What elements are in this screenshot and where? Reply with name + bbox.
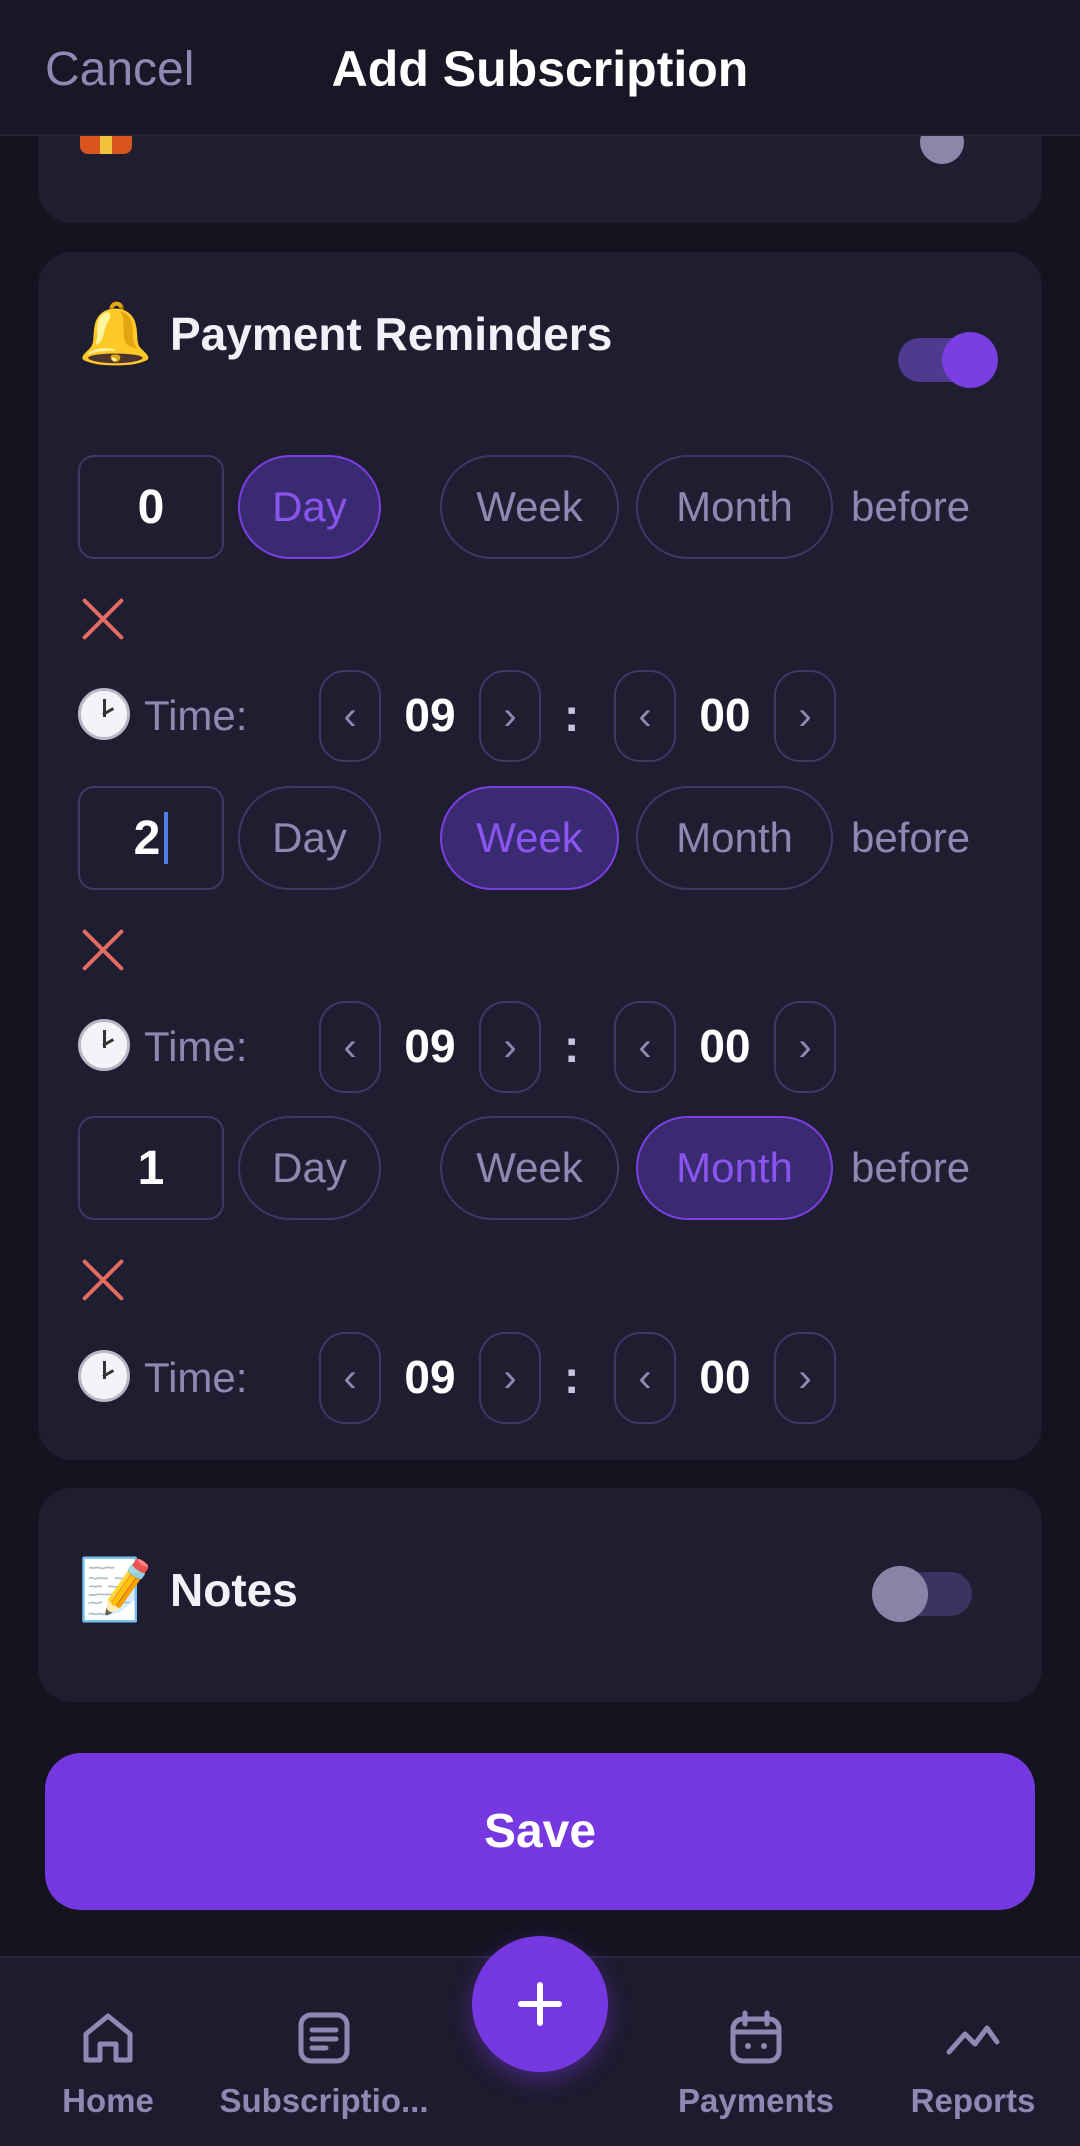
reminder-1-hour-increment[interactable]: › bbox=[479, 670, 541, 762]
reminder-3-minute-value: 00 bbox=[699, 1351, 751, 1403]
reminder-2-minute-value: 00 bbox=[699, 1020, 751, 1072]
page-title: Add Subscription bbox=[331, 41, 749, 97]
add-button[interactable] bbox=[472, 1936, 608, 2072]
payment-reminders-header: 🔔 Payment Reminders bbox=[78, 304, 612, 364]
nav-reports[interactable]: Reports bbox=[900, 1958, 1046, 2146]
calendar-icon bbox=[730, 2010, 782, 2064]
reminder-1-remove-icon[interactable] bbox=[80, 595, 126, 641]
reminder-3-day-option[interactable]: Day bbox=[238, 1116, 381, 1220]
bell-icon: 🔔 bbox=[78, 300, 153, 367]
reminder-2-amount-input[interactable]: 2 bbox=[78, 786, 224, 890]
reminder-2-day-option[interactable]: Day bbox=[238, 786, 381, 890]
reminder-1-minute-increment[interactable]: › bbox=[774, 670, 836, 762]
reminder-1-day-option[interactable]: Day bbox=[238, 455, 381, 559]
time-label: Time: bbox=[144, 692, 248, 739]
reminder-1-hour-decrement[interactable]: ‹ bbox=[319, 670, 381, 762]
reminder-2-minute-decrement[interactable]: ‹ bbox=[614, 1001, 676, 1093]
memo-icon: 📝 bbox=[78, 1556, 153, 1623]
reminder-2-amount-value: 2 bbox=[133, 811, 161, 865]
reminder-2-hour-value: 09 bbox=[404, 1020, 456, 1072]
reminder-2-minute-increment[interactable]: › bbox=[774, 1001, 836, 1093]
nav-home-label: Home bbox=[62, 2082, 154, 2119]
toggle-knob bbox=[872, 1566, 928, 1622]
reminder-3-unit-row: 1 Day Week Month before bbox=[78, 1116, 1018, 1220]
reminder-3-time-row: Time: ‹ 09 › : ‹ 00 › bbox=[78, 1332, 878, 1424]
toggle-knob bbox=[942, 332, 998, 388]
reminder-3-minute-decrement[interactable]: ‹ bbox=[614, 1332, 676, 1424]
notes-card: 📝 Notes bbox=[38, 1488, 1042, 1702]
payment-reminders-toggle[interactable] bbox=[898, 332, 998, 388]
reminder-2-hour-increment[interactable]: › bbox=[479, 1001, 541, 1093]
notes-toggle[interactable] bbox=[872, 1566, 972, 1622]
reminder-1-amount-value: 0 bbox=[137, 480, 165, 534]
payment-reminders-card: 🔔 Payment Reminders 0 Day Week Month bef… bbox=[38, 252, 1042, 1460]
text-cursor bbox=[164, 812, 169, 864]
reminder-1-time-row: Time: ‹ 09 › : ‹ 00 › bbox=[78, 670, 878, 762]
reminder-3-before-label: before bbox=[851, 1144, 971, 1191]
time-label: Time: bbox=[144, 1354, 248, 1401]
nav-payments[interactable]: Payments bbox=[672, 1958, 840, 2146]
chart-line-icon bbox=[946, 2025, 1000, 2055]
reminder-1-minute-value: 00 bbox=[699, 689, 751, 741]
reminder-2-month-option[interactable]: Month bbox=[636, 786, 833, 890]
nav-subscriptions-label: Subscriptio... bbox=[219, 2082, 429, 2119]
reminder-3-remove-icon[interactable] bbox=[80, 1256, 126, 1302]
reminder-1-before-label: before bbox=[851, 483, 971, 530]
reminder-2-unit-row: 2 Day Week Month before bbox=[78, 786, 1018, 890]
clock-icon bbox=[78, 1019, 130, 1071]
reminder-3-hour-increment[interactable]: › bbox=[479, 1332, 541, 1424]
reminder-3-amount-value: 1 bbox=[137, 1141, 165, 1195]
clock-icon bbox=[78, 1350, 130, 1402]
time-separator: : bbox=[564, 1020, 580, 1072]
home-icon bbox=[83, 2013, 133, 2063]
reminder-3-week-option[interactable]: Week bbox=[440, 1116, 619, 1220]
time-separator: : bbox=[564, 689, 580, 741]
reminder-1-week-option[interactable]: Week bbox=[440, 455, 619, 559]
reminder-3-hour-value: 09 bbox=[404, 1351, 456, 1403]
notes-header: 📝 Notes bbox=[78, 1560, 298, 1620]
time-separator: : bbox=[564, 1351, 580, 1403]
payment-reminders-title: Payment Reminders bbox=[170, 308, 613, 360]
clock-icon bbox=[78, 688, 130, 740]
reminder-2-hour-decrement[interactable]: ‹ bbox=[319, 1001, 381, 1093]
reminder-3-minute-increment[interactable]: › bbox=[774, 1332, 836, 1424]
reminder-2-before-label: before bbox=[851, 814, 971, 861]
reminder-2-time-row: Time: ‹ 09 › : ‹ 00 › bbox=[78, 1001, 878, 1093]
notes-title: Notes bbox=[170, 1564, 298, 1616]
list-document-icon bbox=[298, 2012, 350, 2064]
reminder-3-amount-input[interactable]: 1 bbox=[78, 1116, 224, 1220]
nav-reports-label: Reports bbox=[910, 2082, 1036, 2119]
reminder-1-amount-input[interactable]: 0 bbox=[78, 455, 224, 559]
reminder-1-unit-row: 0 Day Week Month before bbox=[78, 455, 1018, 559]
nav-home[interactable]: Home bbox=[38, 1958, 178, 2146]
reminder-1-minute-decrement[interactable]: ‹ bbox=[614, 670, 676, 762]
reminder-3-month-option[interactable]: Month bbox=[636, 1116, 833, 1220]
reminder-2-remove-icon[interactable] bbox=[80, 926, 126, 972]
time-label: Time: bbox=[144, 1023, 248, 1070]
nav-subscriptions[interactable]: Subscriptio... bbox=[214, 1958, 434, 2146]
reminder-2-week-option[interactable]: Week bbox=[440, 786, 619, 890]
reminder-1-hour-value: 09 bbox=[404, 689, 456, 741]
nav-payments-label: Payments bbox=[678, 2082, 834, 2119]
top-bar: Cancel Add Subscription bbox=[0, 0, 1080, 136]
reminder-1-month-option[interactable]: Month bbox=[636, 455, 833, 559]
save-button[interactable]: Save bbox=[45, 1753, 1035, 1910]
reminder-3-hour-decrement[interactable]: ‹ bbox=[319, 1332, 381, 1424]
